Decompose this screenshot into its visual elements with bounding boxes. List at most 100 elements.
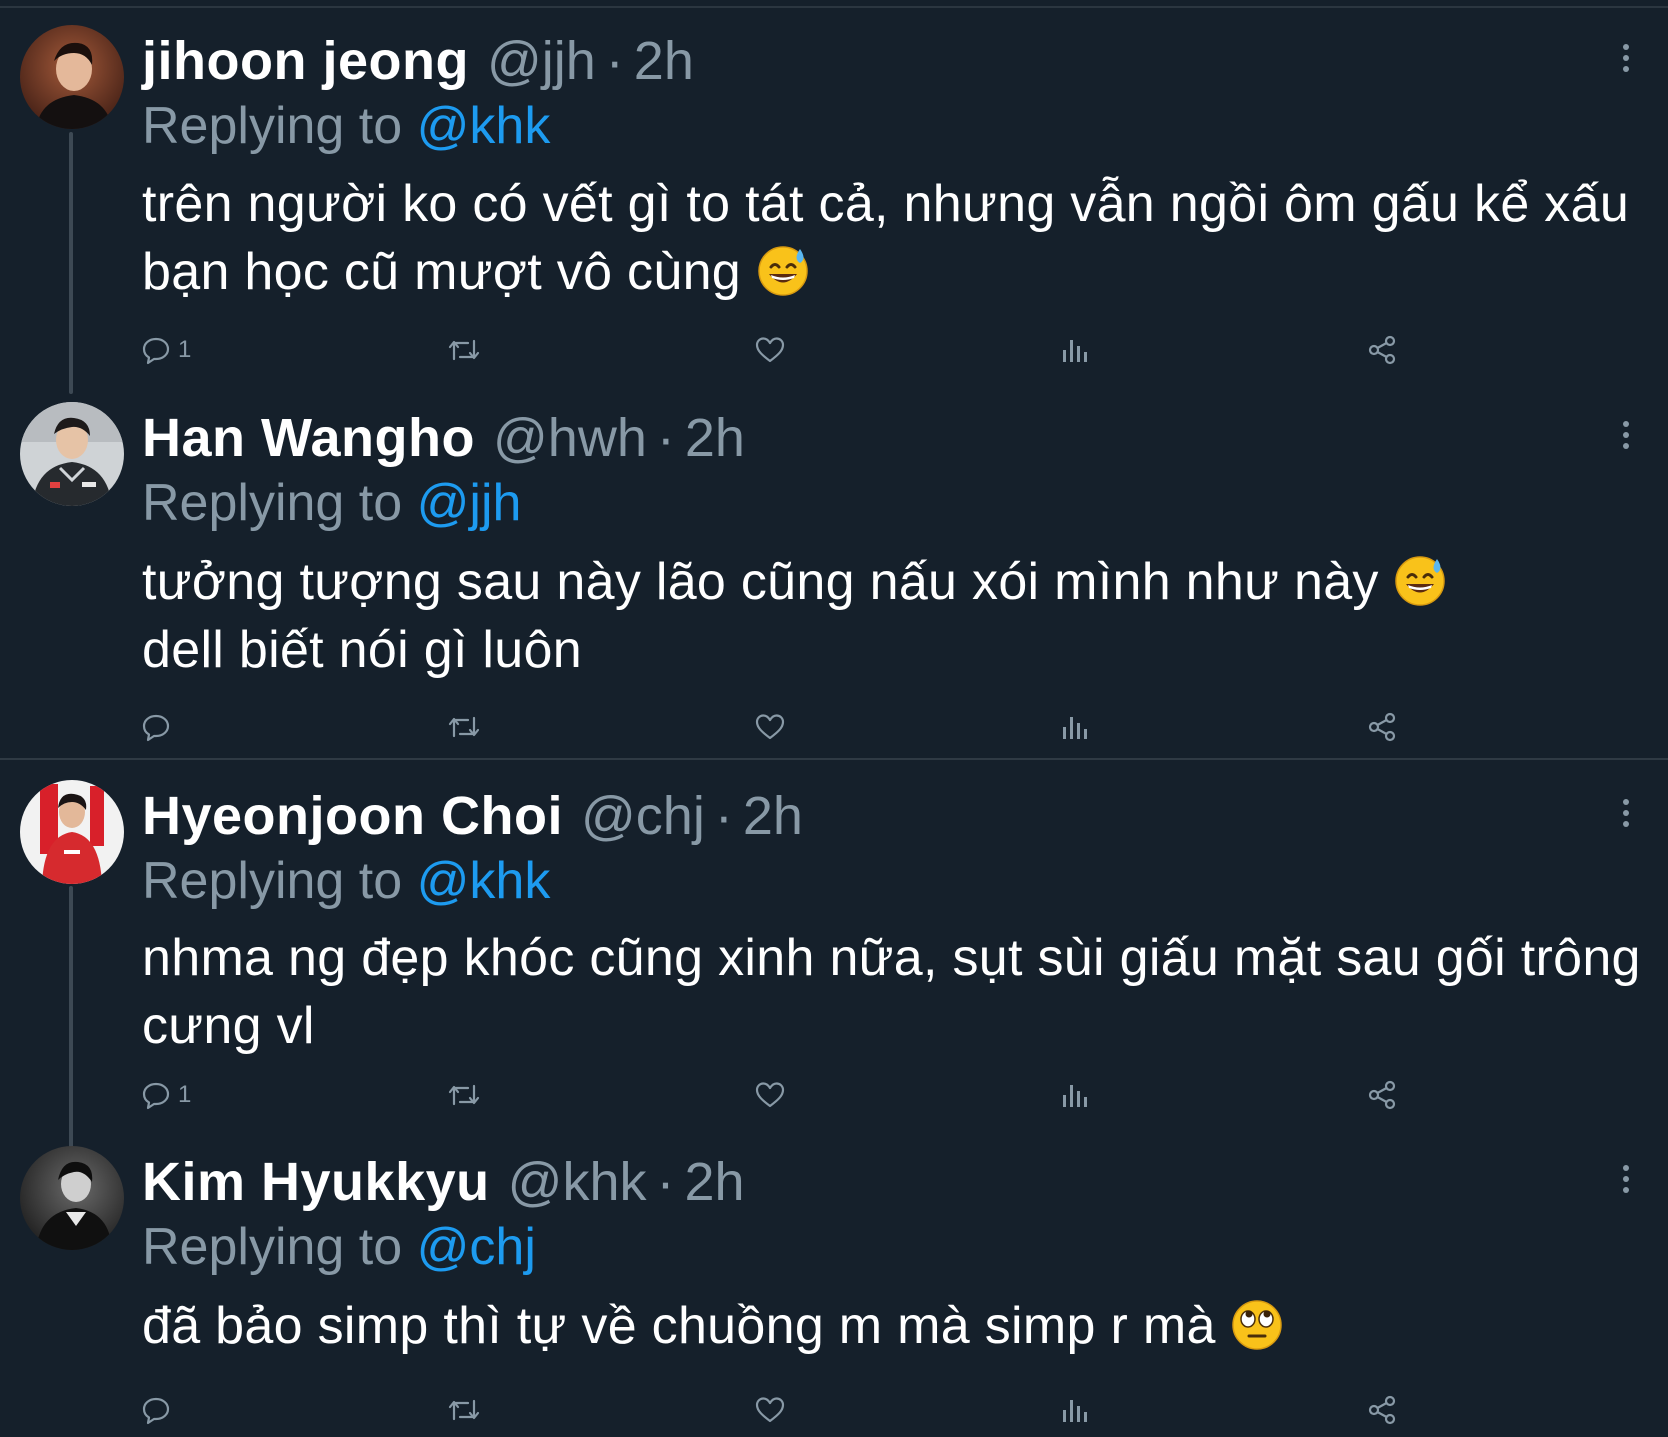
separator-dot: · (605, 31, 624, 91)
replying-to: Replying to @khk (142, 848, 550, 914)
views-button[interactable] (1060, 1075, 1090, 1115)
tweet-actions: 1 (0, 1075, 1668, 1115)
tweet-actions (0, 1390, 1668, 1430)
replying-prefix: Replying to (142, 474, 403, 532)
reply-icon (142, 714, 170, 742)
tweet[interactable]: Hyeonjoon Choi @chj · 2h Replying to @khk n… (0, 760, 1668, 1146)
retweet-button[interactable] (446, 330, 482, 370)
tweet-text-content: trên người ko có vết gì to tát cả, nhưng… (142, 175, 1630, 301)
tweet-header: Kim Hyukkyu @khk · 2h (142, 1149, 745, 1215)
display-name[interactable]: Hyeonjoon Choi (142, 786, 563, 846)
display-name[interactable]: Han Wangho (142, 408, 475, 468)
user-handle[interactable]: @chj (581, 786, 705, 846)
share-button[interactable] (1366, 330, 1398, 370)
views-button[interactable] (1060, 707, 1090, 747)
views-button[interactable] (1060, 330, 1090, 370)
like-button[interactable] (754, 330, 786, 370)
tweet-text-content: nhma ng đẹp khóc cũng xinh nữa, sụt sùi … (142, 929, 1641, 1055)
share-icon (1368, 712, 1396, 742)
views-icon (1063, 1400, 1087, 1422)
mention-link[interactable]: @khk (417, 852, 551, 910)
avatar-image (20, 780, 124, 884)
heart-icon (755, 1082, 785, 1108)
replying-prefix: Replying to (142, 852, 403, 910)
timestamp[interactable]: 2h (634, 31, 694, 91)
replying-to: Replying to @chj (142, 1214, 536, 1280)
display-name[interactable]: jihoon jeong (142, 31, 469, 91)
timestamp[interactable]: 2h (684, 1152, 744, 1212)
heart-icon (755, 714, 785, 740)
more-vertical-icon[interactable] (1616, 795, 1636, 831)
tweet[interactable]: Kim Hyukkyu @khk · 2h Replying to @chj đã b… (0, 1146, 1668, 1437)
views-icon (1063, 340, 1087, 362)
separator-dot: · (656, 408, 675, 468)
tweet-text-line: dell biết nói gì luôn (142, 621, 582, 679)
avatar[interactable] (20, 780, 124, 884)
reply-button[interactable] (140, 707, 178, 747)
tweet[interactable]: jihoon jeong @jjh · 2h Replying to @khk trê… (0, 0, 1668, 400)
separator-dot: · (714, 786, 733, 846)
separator-dot: · (656, 1152, 675, 1212)
display-name[interactable]: Kim Hyukkyu (142, 1152, 490, 1212)
user-handle[interactable]: @khk (508, 1152, 647, 1212)
avatar[interactable] (20, 1146, 124, 1250)
more-vertical-icon[interactable] (1616, 1161, 1636, 1197)
tweet-actions: 1 (0, 330, 1668, 370)
more-vertical-icon[interactable] (1616, 40, 1636, 76)
like-button[interactable] (754, 1075, 786, 1115)
reply-icon (142, 1397, 170, 1425)
share-icon (1368, 1080, 1396, 1110)
retweet-button[interactable] (446, 707, 482, 747)
share-button[interactable] (1366, 707, 1398, 747)
replying-prefix: Replying to (142, 1218, 403, 1276)
retweet-button[interactable] (446, 1075, 482, 1115)
avatar-image (20, 1146, 124, 1250)
views-button[interactable] (1060, 1390, 1090, 1430)
user-handle[interactable]: @jjh (487, 31, 596, 91)
avatar-image (20, 402, 124, 506)
tweet-text-content: đã bảo simp thì tự về chuồng m mà simp r… (142, 1297, 1216, 1355)
tweet-header: jihoon jeong @jjh · 2h (142, 28, 694, 94)
share-button[interactable] (1366, 1075, 1398, 1115)
heart-icon (755, 337, 785, 363)
timestamp[interactable]: 2h (685, 408, 745, 468)
retweet-icon (448, 339, 480, 361)
tweet-header: Hyeonjoon Choi @chj · 2h (142, 783, 803, 849)
reply-button[interactable] (140, 1390, 178, 1430)
tweet-text: tưởng tượng sau này lão cũng nấu xói mìn… (142, 548, 1642, 684)
share-button[interactable] (1366, 1390, 1398, 1430)
views-icon (1063, 1085, 1087, 1107)
reply-count: 1 (178, 336, 192, 363)
retweet-icon (448, 716, 480, 738)
mention-link[interactable]: @khk (417, 97, 551, 155)
mention-link[interactable]: @chj (417, 1218, 536, 1276)
tweet-text: đã bảo simp thì tự về chuồng m mà simp r… (142, 1292, 1642, 1360)
retweet-icon (448, 1399, 480, 1421)
reply-button[interactable]: 1 (140, 330, 191, 370)
reply-button[interactable]: 1 (140, 1075, 191, 1115)
share-icon (1368, 1395, 1396, 1425)
like-button[interactable] (754, 707, 786, 747)
mention-link[interactable]: @jjh (417, 474, 522, 532)
like-button[interactable] (754, 1390, 786, 1430)
avatar[interactable] (20, 402, 124, 506)
retweet-button[interactable] (446, 1390, 482, 1430)
more-vertical-icon[interactable] (1616, 417, 1636, 453)
reply-icon (142, 1082, 170, 1110)
reply-count: 1 (178, 1081, 192, 1108)
views-icon (1063, 717, 1087, 739)
timestamp[interactable]: 2h (743, 786, 803, 846)
avatar[interactable] (20, 25, 124, 129)
tweet-text-line: tưởng tượng sau này lão cũng nấu xói mìn… (142, 553, 1379, 611)
replying-to: Replying to @khk (142, 93, 550, 159)
reply-icon (142, 337, 170, 365)
tweet-text: trên người ko có vết gì to tát cả, nhưng… (142, 170, 1642, 306)
grinning-sweat-emoji (1393, 553, 1447, 607)
grinning-sweat-emoji (756, 243, 810, 297)
replying-prefix: Replying to (142, 97, 403, 155)
user-handle[interactable]: @hwh (493, 408, 647, 468)
avatar-image (20, 25, 124, 129)
tweet-header: Han Wangho @hwh · 2h (142, 405, 745, 471)
tweet[interactable]: Han Wangho @hwh · 2h Replying to @jjh tưởng… (0, 400, 1668, 758)
heart-icon (755, 1397, 785, 1423)
